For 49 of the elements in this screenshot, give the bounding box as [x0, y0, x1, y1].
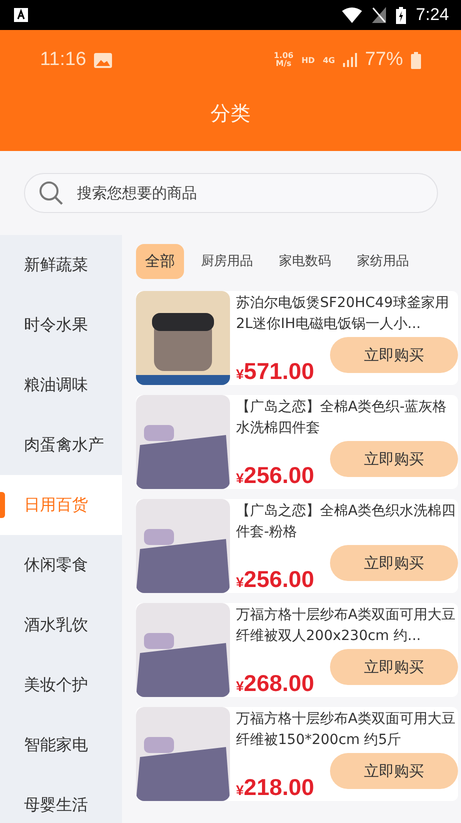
- subcategory-tab[interactable]: 全部: [136, 244, 184, 278]
- category-item[interactable]: 美妆个护: [0, 655, 122, 715]
- product-title: 万福方格十层纱布A类双面可用大豆纤维被双人200x230cm 约...: [236, 606, 457, 646]
- page-title: 分类: [210, 100, 252, 127]
- product-price: ¥218.00: [236, 774, 314, 801]
- battery-icon: [411, 52, 421, 68]
- category-item[interactable]: 母婴生活: [0, 775, 122, 823]
- buy-now-button[interactable]: 立即购买: [330, 649, 458, 685]
- buy-now-button[interactable]: 立即购买: [330, 545, 458, 581]
- image-icon: [94, 52, 112, 68]
- product-card[interactable]: 【广岛之恋】全棉A类色织水洗棉四件套-粉格 ¥256.00 立即购买: [136, 499, 458, 593]
- speed-unit: M/s: [276, 60, 292, 68]
- product-price: ¥571.00: [236, 358, 314, 385]
- product-price: ¥256.00: [236, 462, 314, 489]
- subcategory-tab[interactable]: 厨房用品: [192, 244, 262, 278]
- clock-time: 7:24: [416, 5, 449, 25]
- product-card[interactable]: 【广岛之恋】全棉A类色织-蓝灰格水洗棉四件套 ¥256.00 立即购买: [136, 395, 458, 489]
- buy-now-button[interactable]: 立即购买: [330, 337, 458, 373]
- signal-icon: [342, 53, 357, 67]
- product-card[interactable]: 苏泊尔电饭煲SF20HC49球釜家用2L迷你IH电磁电饭锅一人小... ¥571.00 立即购买: [136, 291, 458, 385]
- category-item[interactable]: 肉蛋禽水产: [0, 415, 122, 475]
- search-field[interactable]: 搜索您想要的商品: [24, 173, 438, 213]
- product-title: 【广岛之恋】全棉A类色织水洗棉四件套-粉格: [236, 502, 457, 542]
- search-icon: [38, 180, 64, 206]
- buy-now-button[interactable]: 立即购买: [330, 441, 458, 477]
- subcategory-tab[interactable]: 家电数码: [270, 244, 340, 278]
- network-label: 4G: [322, 56, 335, 64]
- product-title: 苏泊尔电饭煲SF20HC49球釜家用2L迷你IH电磁电饭锅一人小...: [236, 294, 450, 334]
- product-title: 【广岛之恋】全棉A类色织-蓝灰格水洗棉四件套: [236, 398, 448, 438]
- hd-label: HD: [301, 56, 315, 64]
- product-title: 万福方格十层纱布A类双面可用大豆纤维被150*200cm 约5斤: [236, 710, 457, 750]
- category-item[interactable]: 新鲜蔬菜: [0, 235, 122, 295]
- category-item[interactable]: 时令水果: [0, 295, 122, 355]
- product-card[interactable]: 万福方格十层纱布A类双面可用大豆纤维被150*200cm 约5斤 ¥218.00 立即购买: [136, 707, 458, 801]
- no-sim-icon: [372, 7, 386, 23]
- battery-percent: 77%: [364, 49, 403, 71]
- speed-value: 1.06: [274, 52, 294, 60]
- category-item[interactable]: 酒水乳饮: [0, 595, 122, 655]
- wifi-icon: [342, 7, 362, 23]
- subcategory-tab[interactable]: 家纺用品: [348, 244, 418, 278]
- status-time: 11:16: [40, 49, 86, 71]
- product-card[interactable]: 万福方格十层纱布A类双面可用大豆纤维被双人200x230cm 约... ¥268.00 立即购买: [136, 603, 458, 697]
- category-item[interactable]: 休闲零食: [0, 535, 122, 595]
- category-item[interactable]: 智能家电: [0, 715, 122, 775]
- battery-charging-icon: [396, 6, 406, 24]
- category-item[interactable]: 粮油调味: [0, 355, 122, 415]
- buy-now-button[interactable]: 立即购买: [330, 753, 458, 789]
- product-price: ¥268.00: [236, 670, 314, 697]
- product-price: ¥256.00: [236, 566, 314, 593]
